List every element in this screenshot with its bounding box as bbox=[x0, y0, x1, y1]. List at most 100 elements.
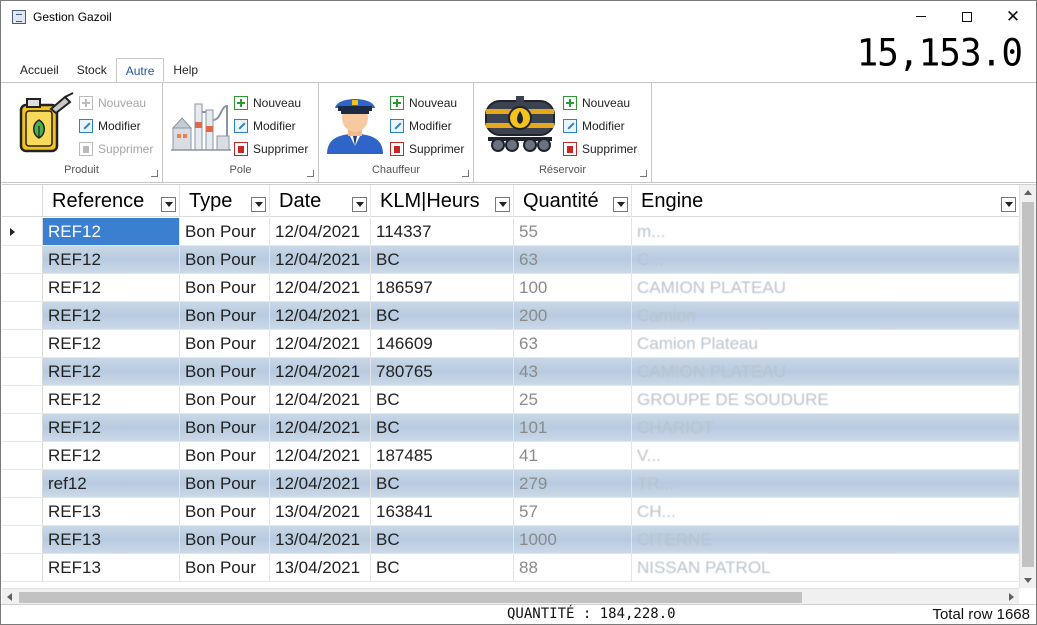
table-row[interactable]: REF12 Bon Pour 12/04/2021 780765 43 CAMION PL… bbox=[2, 358, 1020, 386]
cell-date[interactable]: 12/04/2021 bbox=[270, 358, 371, 385]
cell-date[interactable]: 12/04/2021 bbox=[270, 330, 371, 357]
scroll-up-icon[interactable] bbox=[1024, 190, 1032, 195]
cell-klm-heurs[interactable]: BC bbox=[371, 526, 514, 553]
cell-quantite[interactable]: 55 bbox=[514, 218, 632, 245]
cell-reference[interactable]: REF13 bbox=[43, 526, 180, 553]
column-header-engine[interactable]: Engine bbox=[632, 185, 1020, 217]
scroll-left-icon[interactable] bbox=[7, 593, 12, 601]
cell-klm-heurs[interactable]: BC bbox=[371, 246, 514, 273]
cell-quantite[interactable]: 63 bbox=[514, 330, 632, 357]
cell-date[interactable]: 12/04/2021 bbox=[270, 386, 371, 413]
filter-dropdown-icon[interactable] bbox=[251, 197, 266, 212]
cell-date[interactable]: 13/04/2021 bbox=[270, 526, 371, 553]
cell-date[interactable]: 13/04/2021 bbox=[270, 554, 371, 581]
minimize-button[interactable] bbox=[898, 1, 944, 32]
reservoir-new-button[interactable]: Nouveau bbox=[563, 91, 637, 114]
row-header[interactable] bbox=[2, 246, 43, 273]
cell-type[interactable]: Bon Pour bbox=[180, 218, 270, 245]
cell-klm-heurs[interactable]: BC bbox=[371, 302, 514, 329]
table-row[interactable]: REF12 Bon Pour 12/04/2021 BC 200 Camion bbox=[2, 302, 1020, 330]
table-row[interactable]: REF12 Bon Pour 12/04/2021 187485 41 V... bbox=[2, 442, 1020, 470]
column-header-reference[interactable]: Reference bbox=[43, 185, 180, 217]
cell-date[interactable]: 12/04/2021 bbox=[270, 442, 371, 469]
produit-new-button[interactable]: Nouveau bbox=[79, 91, 153, 114]
produit-edit-button[interactable]: Modifier bbox=[79, 114, 153, 137]
column-header-date[interactable]: Date bbox=[270, 185, 371, 217]
cell-engine[interactable]: Camion Plateau bbox=[632, 330, 1020, 357]
table-row[interactable]: REF12 Bon Pour 12/04/2021 BC 63 C... bbox=[2, 246, 1020, 274]
cell-reference[interactable]: REF12 bbox=[43, 274, 180, 301]
cell-reference[interactable]: ref12 bbox=[43, 470, 180, 497]
factory-button[interactable] bbox=[171, 83, 231, 163]
cell-engine[interactable]: Camion bbox=[632, 302, 1020, 329]
cell-engine[interactable]: CAMION PLATEAU bbox=[632, 274, 1020, 301]
cell-engine[interactable]: CITERNE bbox=[632, 526, 1020, 553]
cell-quantite[interactable]: 63 bbox=[514, 246, 632, 273]
produit-dialog-launcher-icon[interactable] bbox=[151, 170, 158, 177]
cell-klm-heurs[interactable]: BC bbox=[371, 554, 514, 581]
chauffeur-new-button[interactable]: Nouveau bbox=[390, 91, 464, 114]
cell-date[interactable]: 13/04/2021 bbox=[270, 498, 371, 525]
cell-quantite[interactable]: 101 bbox=[514, 414, 632, 441]
cell-engine[interactable]: CHARIOT bbox=[632, 414, 1020, 441]
table-row[interactable]: REF12 Bon Pour 12/04/2021 114337 55 m... bbox=[2, 218, 1020, 246]
driver-button[interactable] bbox=[323, 83, 387, 163]
cell-quantite[interactable]: 25 bbox=[514, 386, 632, 413]
cell-quantite[interactable]: 88 bbox=[514, 554, 632, 581]
current-row-indicator-icon[interactable] bbox=[2, 218, 43, 245]
table-row[interactable]: REF13 Bon Pour 13/04/2021 BC 1000 CITERNE bbox=[2, 526, 1020, 554]
cell-type[interactable]: Bon Pour bbox=[180, 414, 270, 441]
table-row[interactable]: REF12 Bon Pour 12/04/2021 BC 25 GROUPE DE SOU… bbox=[2, 386, 1020, 414]
cell-engine[interactable]: CH... bbox=[632, 498, 1020, 525]
filter-dropdown-icon[interactable] bbox=[161, 197, 176, 212]
pole-dialog-launcher-icon[interactable] bbox=[307, 170, 314, 177]
cell-klm-heurs[interactable]: 780765 bbox=[371, 358, 514, 385]
horizontal-scroll-thumb[interactable] bbox=[19, 592, 802, 603]
chauffeur-edit-button[interactable]: Modifier bbox=[390, 114, 464, 137]
column-header-quantite[interactable]: Quantité bbox=[514, 185, 632, 217]
cell-date[interactable]: 12/04/2021 bbox=[270, 246, 371, 273]
cell-engine[interactable]: GROUPE DE SOUDURE bbox=[632, 386, 1020, 413]
cell-quantite[interactable]: 100 bbox=[514, 274, 632, 301]
table-row[interactable]: REF13 Bon Pour 13/04/2021 BC 88 NISSAN PATROL bbox=[2, 554, 1020, 582]
produit-delete-button[interactable]: Supprimer bbox=[79, 137, 153, 160]
cell-klm-heurs[interactable]: 114337 bbox=[371, 218, 514, 245]
filter-dropdown-icon[interactable] bbox=[352, 197, 367, 212]
vertical-scrollbar[interactable] bbox=[1019, 185, 1036, 588]
row-header[interactable] bbox=[2, 358, 43, 385]
cell-engine[interactable]: NISSAN PATROL bbox=[632, 554, 1020, 581]
table-row[interactable]: REF12 Bon Pour 12/04/2021 BC 101 CHARIOT bbox=[2, 414, 1020, 442]
cell-type[interactable]: Bon Pour bbox=[180, 442, 270, 469]
cell-type[interactable]: Bon Pour bbox=[180, 330, 270, 357]
vertical-scroll-thumb[interactable] bbox=[1022, 202, 1034, 567]
cell-reference[interactable]: REF12 bbox=[43, 442, 180, 469]
row-header[interactable] bbox=[2, 274, 43, 301]
cell-klm-heurs[interactable]: BC bbox=[371, 386, 514, 413]
cell-type[interactable]: Bon Pour bbox=[180, 386, 270, 413]
table-row[interactable]: REF12 Bon Pour 12/04/2021 186597 100 CAMION P… bbox=[2, 274, 1020, 302]
cell-engine[interactable]: TR... bbox=[632, 470, 1020, 497]
cell-engine[interactable]: V... bbox=[632, 442, 1020, 469]
cell-date[interactable]: 12/04/2021 bbox=[270, 470, 371, 497]
cell-type[interactable]: Bon Pour bbox=[180, 302, 270, 329]
scroll-down-icon[interactable] bbox=[1024, 578, 1032, 583]
maximize-button[interactable] bbox=[944, 1, 990, 32]
cell-reference[interactable]: REF12 bbox=[43, 218, 180, 245]
cell-engine[interactable]: CAMION PLATEAU bbox=[632, 358, 1020, 385]
row-header[interactable] bbox=[2, 442, 43, 469]
filter-dropdown-icon[interactable] bbox=[495, 197, 510, 212]
cell-quantite[interactable]: 57 bbox=[514, 498, 632, 525]
cell-date[interactable]: 12/04/2021 bbox=[270, 218, 371, 245]
row-header[interactable] bbox=[2, 386, 43, 413]
reservoir-delete-button[interactable]: Supprimer bbox=[563, 137, 637, 160]
cell-quantite[interactable]: 43 bbox=[514, 358, 632, 385]
cell-reference[interactable]: REF12 bbox=[43, 330, 180, 357]
cell-type[interactable]: Bon Pour bbox=[180, 358, 270, 385]
cell-reference[interactable]: REF12 bbox=[43, 246, 180, 273]
row-header[interactable] bbox=[2, 498, 43, 525]
pole-new-button[interactable]: Nouveau bbox=[234, 91, 308, 114]
cell-type[interactable]: Bon Pour bbox=[180, 526, 270, 553]
reservoir-dialog-launcher-icon[interactable] bbox=[640, 170, 647, 177]
row-header[interactable] bbox=[2, 302, 43, 329]
cell-type[interactable]: Bon Pour bbox=[180, 274, 270, 301]
